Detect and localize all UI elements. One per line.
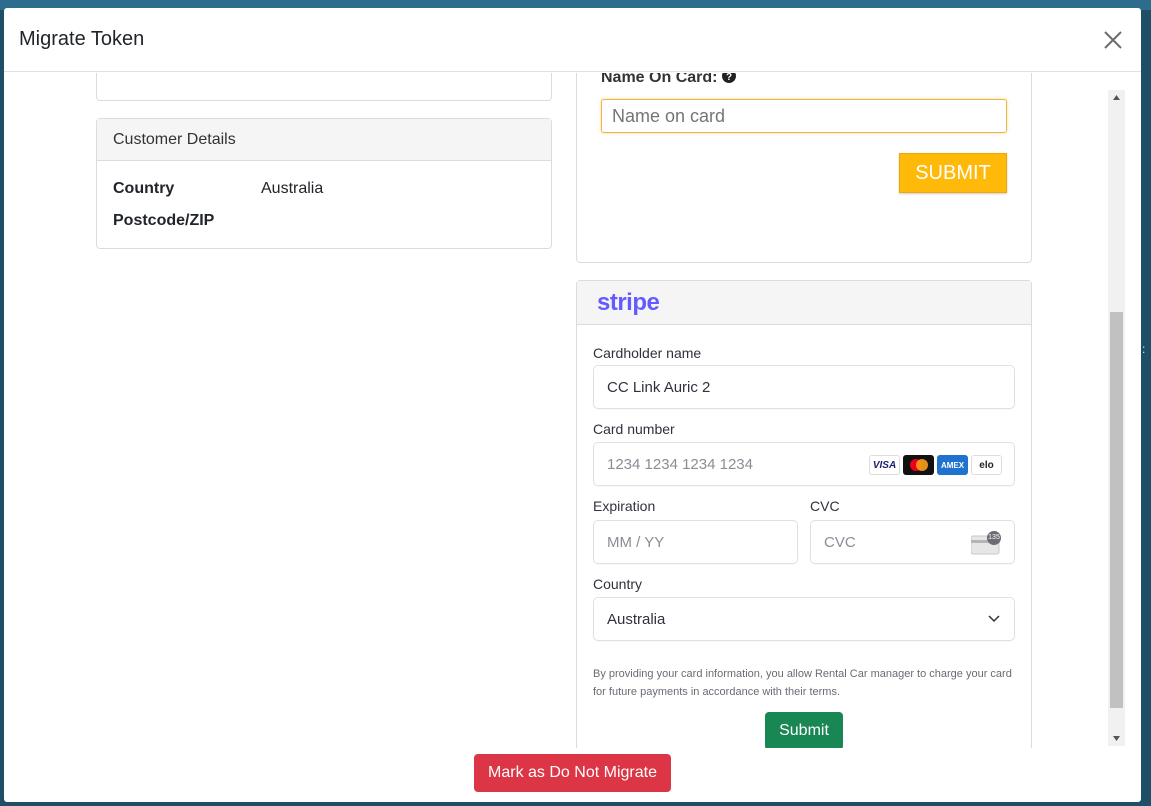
cvc-label: CVC (810, 498, 840, 514)
scroll-down-arrow-icon[interactable] (1112, 734, 1121, 743)
stripe-logo: stripe (597, 289, 660, 316)
migrate-token-modal: Migrate Token Customer Details Country Au… (4, 8, 1141, 802)
chevron-down-icon (988, 615, 1000, 623)
card-number-label: Card number (593, 421, 675, 437)
country-select-label: Country (593, 576, 643, 592)
cvc-card-icon: 135 (970, 531, 1001, 559)
modal-header: Migrate Token (4, 8, 1141, 72)
name-on-card-label: Name On Card: ? (601, 73, 736, 87)
mark-do-not-migrate-button[interactable]: Mark as Do Not Migrate (474, 754, 671, 792)
modal-scrollbar[interactable] (1108, 90, 1125, 746)
customer-details-heading: Customer Details (97, 119, 551, 161)
country-label: Country (113, 180, 175, 197)
modal-title: Migrate Token (19, 28, 145, 50)
svg-text:?: ? (726, 73, 732, 83)
cardholder-name-value: CC Link Auric 2 (607, 378, 711, 396)
name-on-card-input[interactable] (601, 99, 1007, 133)
previous-card-stub (96, 73, 552, 101)
close-icon (1104, 31, 1122, 49)
cardholder-name-label: Cardholder name (593, 345, 702, 361)
stripe-header: stripe (577, 281, 1031, 325)
card-brands: VISA AMEX elo (869, 455, 1002, 475)
country-select-value: Australia (607, 610, 666, 628)
elo-icon: elo (971, 455, 1002, 475)
amex-icon: AMEX (937, 455, 968, 475)
stripe-payment-card: stripe Cardholder name CC Link Auric 2 C… (576, 280, 1032, 748)
expiration-placeholder: MM / YY (607, 533, 665, 551)
expiration-input[interactable]: MM / YY (593, 520, 798, 564)
customer-details-card: Customer Details Country Australia Postco… (96, 118, 552, 249)
mastercard-icon (903, 455, 934, 475)
terms-text: By providing your card information, you … (593, 668, 1012, 698)
expiration-label: Expiration (593, 498, 656, 514)
cvc-placeholder: CVC (824, 533, 856, 551)
close-button[interactable] (1097, 24, 1129, 56)
postcode-label: Postcode/ZIP (113, 212, 215, 229)
cardholder-name-input[interactable]: CC Link Auric 2 (593, 365, 1015, 409)
scrollbar-thumb[interactable] (1110, 312, 1123, 708)
card-number-placeholder: 1234 1234 1234 1234 (607, 455, 753, 473)
customer-row-postcode: Postcode/ZIP (113, 212, 261, 230)
cvc-badge-text: 135 (988, 534, 1000, 541)
card-number-input[interactable]: 1234 1234 1234 1234 VISA AMEX elo (593, 442, 1015, 486)
name-on-card-label-text: Name On Card: (601, 73, 718, 86)
visa-icon: VISA (869, 455, 900, 475)
question-circle-icon[interactable]: ? (721, 73, 736, 83)
submit-name-button[interactable]: SUBMIT (899, 153, 1007, 193)
scroll-up-arrow-icon[interactable] (1112, 93, 1121, 102)
background-edge-text: : (1142, 342, 1146, 356)
country-select[interactable]: Australia (593, 597, 1015, 641)
cvc-input[interactable]: CVC 135 (810, 520, 1015, 564)
stripe-submit-button[interactable]: Submit (765, 712, 843, 748)
name-on-card-card: Name On Card: ? SUBMIT (576, 73, 1032, 263)
customer-row-country: Country Australia (113, 180, 323, 198)
country-value: Australia (261, 180, 324, 197)
modal-body: Customer Details Country Australia Postco… (4, 73, 1141, 748)
